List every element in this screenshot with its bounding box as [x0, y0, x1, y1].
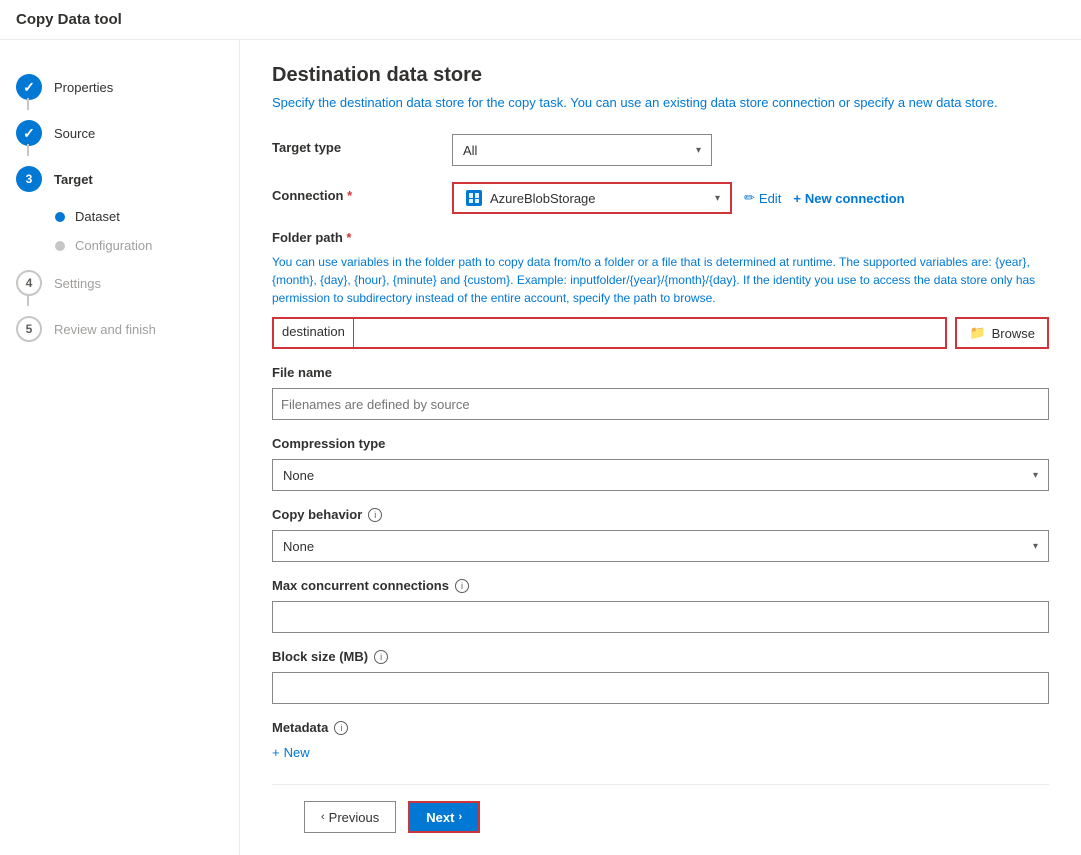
max-concurrent-label: Max concurrent connections [272, 578, 449, 593]
sidebar-substep-configuration[interactable]: Configuration [0, 231, 239, 260]
connection-row: Connection * [272, 182, 1049, 214]
target-type-chevron-icon: ▾ [696, 145, 701, 156]
block-size-section: Block size (MB) i [272, 649, 1049, 704]
chevron-left-icon: ‹ [321, 811, 325, 823]
target-type-control: All ▾ [452, 134, 1049, 166]
previous-button[interactable]: ‹ Previous [304, 801, 396, 833]
metadata-add-new-button[interactable]: + New [272, 745, 310, 760]
connection-control: AzureBlobStorage ▾ ✏ Edit + New connecti… [452, 182, 1049, 214]
sidebar-item-review[interactable]: 5 Review and finish [0, 306, 239, 352]
compression-type-section: Compression type None ▾ [272, 436, 1049, 491]
compression-type-dropdown[interactable]: None ▾ [272, 459, 1049, 491]
connection-dropdown[interactable]: AzureBlobStorage ▾ [452, 182, 732, 214]
app-title: Copy Data tool [16, 11, 122, 28]
max-concurrent-header: Max concurrent connections i [272, 578, 1049, 593]
copy-behavior-chevron-icon: ▾ [1033, 541, 1038, 552]
copy-behavior-label: Copy behavior [272, 507, 362, 522]
block-size-label: Block size (MB) [272, 649, 368, 664]
folder-browse-icon: 📁 [969, 325, 985, 341]
edit-connection-button[interactable]: ✏ Edit [744, 190, 781, 206]
file-name-label: File name [272, 365, 1049, 380]
connection-chevron-icon: ▾ [715, 193, 720, 204]
sidebar-item-target[interactable]: 3 Target [0, 156, 239, 202]
substep-circle-dataset [55, 212, 65, 222]
folder-path-text-input[interactable] [354, 319, 946, 347]
step-label-review: Review and finish [54, 322, 156, 337]
folder-path-label: Folder path * [272, 230, 1049, 245]
page-title: Destination data store [272, 64, 1049, 87]
sidebar-item-properties[interactable]: ✓ Properties [0, 64, 239, 110]
sidebar-substep-dataset[interactable]: Dataset [0, 202, 239, 231]
page-description: Specify the destination data store for t… [272, 95, 1049, 110]
step-label-source: Source [54, 126, 95, 141]
folder-path-description: You can use variables in the folder path… [272, 253, 1049, 307]
connection-controls-row: AzureBlobStorage ▾ ✏ Edit + New connecti… [452, 182, 1049, 214]
compression-chevron-icon: ▾ [1033, 470, 1038, 481]
metadata-header: Metadata i [272, 720, 1049, 735]
folder-path-input-container: destination [272, 317, 947, 349]
metadata-label: Metadata [272, 720, 328, 735]
step-circle-settings: 4 [16, 270, 42, 296]
browse-button[interactable]: 📁 Browse [955, 317, 1049, 349]
main-layout: ✓ Properties ✓ Source 3 Target Dataset C… [0, 40, 1081, 855]
target-type-row: Target type All ▾ [272, 134, 1049, 166]
content-area: Destination data store Specify the desti… [240, 40, 1081, 855]
compression-type-label: Compression type [272, 436, 1049, 451]
app-header: Copy Data tool [0, 0, 1081, 40]
substep-label-configuration: Configuration [75, 238, 152, 253]
file-name-section: File name [272, 365, 1049, 420]
new-connection-button[interactable]: + New connection [793, 191, 904, 206]
chevron-right-icon: › [458, 811, 462, 823]
copy-behavior-info-icon[interactable]: i [368, 508, 382, 522]
step-circle-target: 3 [16, 166, 42, 192]
folder-path-prefix: destination [274, 319, 354, 347]
step-circle-properties: ✓ [16, 74, 42, 100]
file-name-input[interactable] [272, 388, 1049, 420]
sidebar: ✓ Properties ✓ Source 3 Target Dataset C… [0, 40, 240, 855]
block-size-header: Block size (MB) i [272, 649, 1049, 664]
max-concurrent-section: Max concurrent connections i [272, 578, 1049, 633]
copy-behavior-header: Copy behavior i [272, 507, 1049, 522]
step-label-properties: Properties [54, 80, 113, 95]
sidebar-item-settings[interactable]: 4 Settings [0, 260, 239, 306]
folder-path-section: Folder path * You can use variables in t… [272, 230, 1049, 349]
block-size-input[interactable] [272, 672, 1049, 704]
max-concurrent-info-icon[interactable]: i [455, 579, 469, 593]
metadata-section: Metadata i + New [272, 720, 1049, 760]
metadata-plus-icon: + [272, 745, 280, 760]
azure-blob-storage-icon [464, 188, 484, 208]
step-circle-source: ✓ [16, 120, 42, 146]
copy-behavior-dropdown[interactable]: None ▾ [272, 530, 1049, 562]
target-type-dropdown[interactable]: All ▾ [452, 134, 712, 166]
target-type-label: Target type [272, 134, 452, 155]
substep-label-dataset: Dataset [75, 209, 120, 224]
connection-label: Connection * [272, 182, 452, 203]
copy-behavior-section: Copy behavior i None ▾ [272, 507, 1049, 562]
plus-icon: + [793, 191, 801, 206]
content-inner: Destination data store Specify the desti… [272, 64, 1049, 784]
step-circle-review: 5 [16, 316, 42, 342]
metadata-info-icon[interactable]: i [334, 721, 348, 735]
edit-pencil-icon: ✏ [744, 190, 755, 206]
step-label-settings: Settings [54, 276, 101, 291]
step-label-target: Target [54, 172, 93, 187]
connection-required: * [347, 188, 352, 203]
sidebar-item-source[interactable]: ✓ Source [0, 110, 239, 156]
block-size-info-icon[interactable]: i [374, 650, 388, 664]
substep-circle-configuration [55, 241, 65, 251]
max-concurrent-input[interactable] [272, 601, 1049, 633]
next-button[interactable]: Next › [408, 801, 480, 833]
folder-path-input-row: destination 📁 Browse [272, 317, 1049, 349]
footer: ‹ Previous Next › [272, 784, 1049, 849]
